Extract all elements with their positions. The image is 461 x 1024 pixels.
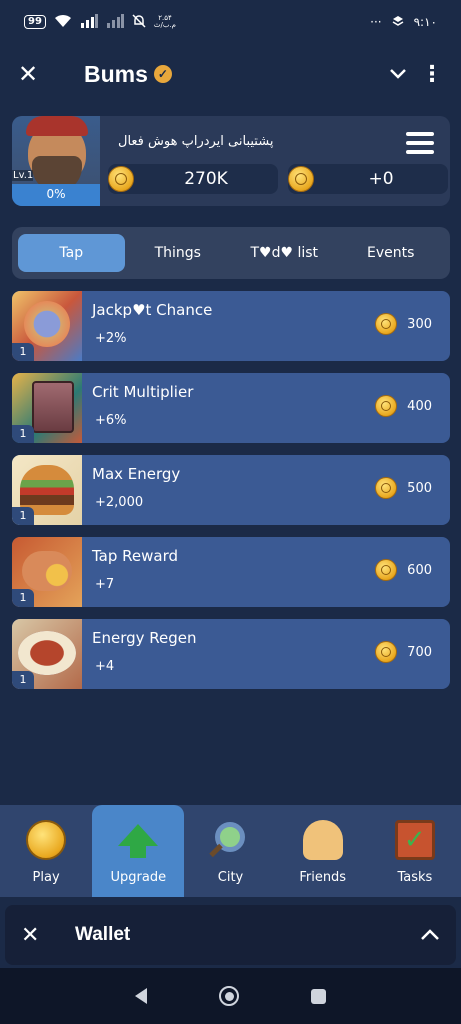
wallet-label: Wallet — [75, 924, 131, 945]
layers-icon — [392, 15, 404, 30]
coin-icon — [375, 313, 398, 335]
more-options-icon[interactable]: ⋮ — [413, 62, 443, 87]
card-title: Crit Multiplier — [92, 383, 194, 401]
upgrade-card-tap-reward[interactable]: 1 Tap Reward +7 600 — [12, 537, 450, 607]
nav-label: Tasks — [397, 870, 433, 885]
coin-icon — [108, 166, 134, 192]
wifi-icon — [54, 14, 72, 31]
net-speed: ۲.۵۴ م.ب/ث — [153, 14, 177, 29]
battery-icon: 99 — [24, 15, 46, 29]
nav-play[interactable]: Play — [0, 805, 92, 897]
tab-things[interactable]: Things — [125, 234, 232, 272]
tab-todo-list[interactable]: T♥d♥ list — [231, 234, 338, 272]
muted-bell-icon — [132, 13, 146, 31]
app-title: Bums ✓ — [84, 61, 172, 88]
balance-box: 270K — [108, 164, 278, 194]
nav-label: Play — [32, 870, 60, 885]
card-price: 700 — [375, 641, 432, 663]
signal-icon — [80, 13, 98, 31]
clock: ۹:۱۰ — [413, 15, 437, 29]
card-level: 1 — [12, 671, 34, 689]
card-level: 1 — [12, 589, 34, 607]
nav-friends[interactable]: Friends — [277, 805, 369, 897]
nav-label: Friends — [299, 870, 347, 885]
checklist-icon — [394, 820, 435, 860]
back-icon[interactable] — [135, 988, 147, 1004]
system-nav-bar — [0, 968, 461, 1024]
level-progress: 0% — [12, 184, 100, 206]
close-icon[interactable]: ✕ — [18, 60, 48, 88]
friends-icon — [302, 820, 343, 860]
level-label: Lv.1 — [12, 170, 34, 181]
magnifier-icon — [208, 820, 251, 860]
bottom-nav: Play Upgrade City Friends Tasks — [0, 805, 461, 897]
balance-value: 270K — [184, 169, 228, 189]
avatar[interactable]: Lv.1 0% — [12, 116, 100, 206]
close-icon[interactable]: ✕ — [21, 923, 57, 948]
coin-icon — [375, 395, 398, 417]
card-bonus: +6% — [95, 413, 127, 428]
wallet-bar[interactable]: ✕ Wallet — [5, 905, 456, 965]
coin-icon — [288, 166, 314, 192]
nav-tasks[interactable]: Tasks — [369, 805, 461, 897]
card-title: Energy Regen — [92, 629, 197, 647]
card-title: Tap Reward — [92, 547, 179, 565]
card-level: 1 — [12, 507, 34, 525]
card-price: 500 — [375, 477, 432, 499]
upgrade-card-max-energy[interactable]: 1 Max Energy +2,000 500 — [12, 455, 450, 525]
recent-apps-icon[interactable] — [311, 988, 326, 1004]
coin-icon — [375, 559, 398, 581]
menu-icon[interactable] — [406, 132, 434, 154]
card-bonus: +2,000 — [95, 495, 144, 510]
card-bonus: +4 — [95, 659, 115, 674]
upgrade-card-jackpot-chance[interactable]: 1 Jackp♥t Chance +2% 300 — [12, 291, 450, 361]
chevron-up-icon[interactable] — [420, 925, 440, 946]
nav-upgrade[interactable]: Upgrade — [92, 805, 185, 897]
card-bonus: +7 — [95, 577, 115, 592]
card-price: 600 — [375, 559, 432, 581]
upgrade-card-energy-regen[interactable]: 1 Energy Regen +4 700 — [12, 619, 450, 689]
coin-icon — [375, 641, 398, 663]
airdrop-support-label: پشتیبانی ایردراپ هوش فعال — [118, 134, 274, 149]
profile-card: Lv.1 0% پشتیبانی ایردراپ هوش فعال 270K +… — [12, 116, 450, 206]
card-title: Jackp♥t Chance — [92, 301, 213, 319]
tab-tap[interactable]: Tap — [18, 234, 125, 272]
card-bonus: +2% — [95, 331, 127, 346]
card-level: 1 — [12, 343, 34, 361]
status-bar: 99 ۲.۵۴ م.ب/ث ··· ۹:۱۰ — [0, 0, 461, 44]
arrow-up-icon — [118, 820, 159, 860]
more-status-icon: ··· — [370, 15, 382, 29]
verified-icon: ✓ — [153, 65, 172, 83]
coin-icon — [26, 820, 67, 860]
nav-label: Upgrade — [110, 870, 167, 885]
nav-city[interactable]: City — [184, 805, 276, 897]
chevron-down-icon[interactable] — [383, 64, 413, 85]
tab-events[interactable]: Events — [338, 234, 445, 272]
signal-icon-2 — [106, 13, 124, 31]
card-level: 1 — [12, 425, 34, 443]
card-price: 300 — [375, 313, 432, 335]
home-icon[interactable] — [219, 986, 239, 1006]
upgrade-tabs: Tap Things T♥d♥ list Events — [12, 227, 450, 279]
upgrade-card-crit-multiplier[interactable]: 1 Crit Multiplier +6% 400 — [12, 373, 450, 443]
nav-label: City — [217, 870, 244, 885]
card-price: 400 — [375, 395, 432, 417]
per-tap-box: +0 — [288, 164, 448, 194]
per-tap-value: +0 — [368, 169, 394, 189]
coin-icon — [375, 477, 398, 499]
app-bar: ✕ Bums ✓ ⋮ — [0, 44, 461, 104]
card-title: Max Energy — [92, 465, 181, 483]
